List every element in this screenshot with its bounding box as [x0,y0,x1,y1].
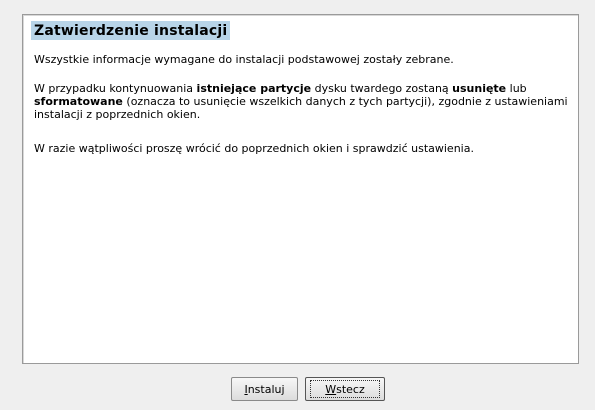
back-button-label: Wstecz [325,383,365,396]
warning-text-1: W przypadku kontynuowania [34,82,197,95]
warning-bold-deleted: usunięte [452,82,507,95]
back-label-rest: stecz [336,382,365,396]
warning-bold-partitions: istniejące partycje [196,82,312,95]
back-mnemonic: W [325,382,337,396]
warning-paragraph: W przypadku kontynuowania istniejące par… [34,82,569,121]
warning-bold-formatted: sformatowane [34,94,123,108]
warning-text-3: lub [506,82,527,95]
advice-paragraph: W razie wątpliwości proszę wrócić do pop… [34,142,474,155]
install-label-rest: nstaluj [247,382,285,396]
install-button[interactable]: Instaluj [231,377,298,401]
back-button[interactable]: Wstecz [305,377,385,401]
info-paragraph: Wszystkie informacje wymagane do instala… [34,53,454,66]
back-focus-ring: Wstecz [310,380,380,398]
install-button-label: Instaluj [244,383,284,396]
page-title: Zatwierdzenie instalacji [31,21,231,40]
title-container: Zatwierdzenie instalacji [31,20,231,40]
warning-text-2: dysku twardego zostaną [311,82,453,95]
confirmation-panel: Zatwierdzenie instalacji Wszystkie infor… [22,14,579,364]
